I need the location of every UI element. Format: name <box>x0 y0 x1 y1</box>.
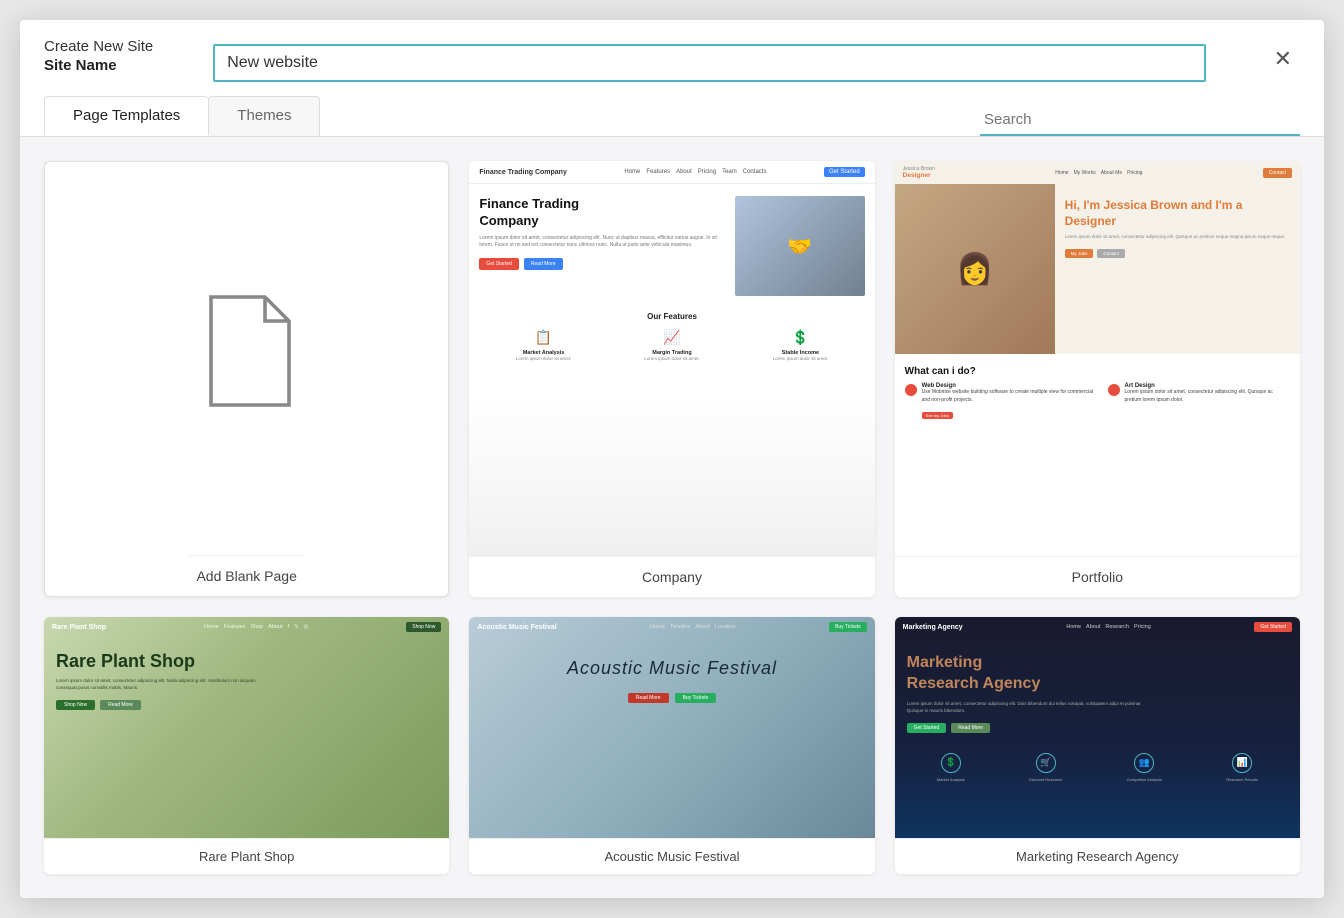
tabs-search-row: Page Templates Themes <box>20 82 1324 137</box>
portfolio-photo: 👩 <box>895 184 1055 354</box>
template-card-portfolio[interactable]: Jessica Brown Designer HomeMy WorksAbout… <box>895 161 1300 597</box>
music-hero-title: Acoustic Music Festival <box>481 657 862 680</box>
plant-nav-brand: Rare Plant Shop <box>52 624 106 631</box>
blank-page-label: Add Blank Page <box>188 555 304 596</box>
plant-btn1: Shop Now <box>56 700 95 710</box>
portfolio-btn1: My Jobs <box>1065 249 1094 258</box>
plant-nav-links: HomeFeaturesShopAbout f𝕏◎ <box>204 624 308 630</box>
template-card-plant[interactable]: Rare Plant Shop HomeFeaturesShopAbout f𝕏… <box>44 617 449 874</box>
company-preview: Finance Trading Company HomeFeaturesAbou… <box>469 161 874 556</box>
portfolio-label: Portfolio <box>895 556 1300 597</box>
mkt-icon-demand: 🛒 Demand Research <box>1029 753 1062 782</box>
mkt-btn1: Get Started <box>907 723 947 733</box>
plant-hero-title: Rare Plant Shop <box>56 651 437 673</box>
art-design-dot <box>1108 384 1120 396</box>
feature-stable-income: 💲 Stable Income Lorem ipsum dolor sit am… <box>773 329 829 362</box>
company-nav-links: HomeFeaturesAboutPricingTeamContacts <box>624 169 766 175</box>
company-hero-title: Finance TradingCompany <box>479 196 724 230</box>
company-features-title: Our Features <box>479 312 864 321</box>
close-button[interactable]: ✕ <box>1266 44 1300 74</box>
site-name-input-wrap <box>213 38 1205 82</box>
company-nav-brand: Finance Trading Company <box>479 169 567 176</box>
plant-btn2: Read More <box>100 700 141 710</box>
company-hero-desc: Lorem ipsum dolor sit amet, consectetur … <box>479 235 724 250</box>
company-label: Company <box>469 556 874 597</box>
web-design-dot <box>905 384 917 396</box>
plant-label: Rare Plant Shop <box>44 838 449 874</box>
mkt-nav-brand: Marketing Agency <box>903 624 963 631</box>
portfolio-nav-links: HomeMy WorksAbout MePricing <box>1055 170 1142 176</box>
modal-title-block: Create New Site Site Name <box>44 38 153 74</box>
template-grid: Add Blank Page Finance Trading Company H… <box>20 137 1324 898</box>
feature-market-analysis: 📋 Market Analysis Lorem ipsum dolor sit … <box>516 329 572 362</box>
template-card-music[interactable]: Acoustic Music Festival HomeTimelineAbou… <box>469 617 874 874</box>
margin-trading-icon: 📈 <box>644 329 700 346</box>
plant-preview: Rare Plant Shop HomeFeaturesShopAbout f𝕏… <box>44 617 449 838</box>
template-card-company[interactable]: Finance Trading Company HomeFeaturesAbou… <box>469 161 874 597</box>
music-preview: Acoustic Music Festival HomeTimelineAbou… <box>469 617 874 838</box>
tab-page-templates[interactable]: Page Templates <box>44 96 209 136</box>
music-nav-brand: Acoustic Music Festival <box>477 624 556 631</box>
company-btn2: Read More <box>524 258 563 270</box>
modal-title: Create New Site <box>44 38 153 55</box>
demand-research-icon: 🛒 <box>1036 753 1056 773</box>
portfolio-nav-cta: Contact <box>1263 168 1292 178</box>
search-input[interactable] <box>980 109 1300 130</box>
portfolio-tagline: Hi, I'm Jessica Brown and I'm a Designer <box>1065 198 1290 229</box>
portfolio-btn2: Contact <box>1097 249 1125 258</box>
company-btn1: Get Started <box>479 258 519 270</box>
market-analysis-icon: 📋 <box>516 329 572 346</box>
marketing-preview: Marketing Agency HomeAboutResearchPricin… <box>895 617 1300 838</box>
site-name-input[interactable] <box>213 44 1205 82</box>
tab-themes[interactable]: Themes <box>208 96 320 136</box>
create-new-site-modal: Create New Site Site Name ✕ Page Templat… <box>20 20 1324 898</box>
music-nav-cta: Buy Tickets <box>829 622 867 632</box>
mkt-hero-title: MarketingResearch Agency <box>907 653 1288 695</box>
stable-income-icon: 💲 <box>773 329 829 346</box>
portfolio-preview: Jessica Brown Designer HomeMy WorksAbout… <box>895 161 1300 556</box>
template-card-blank[interactable]: Add Blank Page <box>44 161 449 597</box>
mkt-icon-market: 💲 Market Analysis <box>937 753 965 782</box>
mkt-icon-competitor: 👥 Competitor Analysis <box>1127 753 1162 782</box>
tab-bar: Page Templates Themes <box>44 96 319 136</box>
music-btn1: Read More <box>628 693 669 703</box>
music-btn2: Buy Tickets <box>675 693 717 703</box>
mkt-btn2: Read More <box>951 723 990 733</box>
portfolio-what-can-i-do: What can i do? <box>905 366 1290 377</box>
blank-preview <box>197 162 297 555</box>
portfolio-desc: Lorem ipsum dolor sit amet, consectetur … <box>1065 234 1290 241</box>
mkt-nav-links: HomeAboutResearchPricing <box>1066 624 1150 630</box>
music-nav-links: HomeTimelineAboutLocation <box>650 624 735 630</box>
template-card-marketing[interactable]: Marketing Agency HomeAboutResearchPricin… <box>895 617 1300 874</box>
search-wrap <box>980 105 1300 136</box>
research-results-icon: 📊 <box>1232 753 1252 773</box>
mkt-hero-desc: Lorem ipsum dolor sit amet, consectetur … <box>907 701 1157 715</box>
mkt-nav-cta: Get Started <box>1254 622 1292 632</box>
mkt-icon-results: 📊 Research Results <box>1226 753 1258 782</box>
plant-nav-cta: Shop Now <box>406 622 441 632</box>
competitor-analysis-icon: 👥 <box>1134 753 1154 773</box>
feature-margin-trading: 📈 Margin Trading Lorem ipsum dolor sit a… <box>644 329 700 362</box>
portfolio-skill-art: Art Design Lorem ipsum dolor sit amet, c… <box>1108 383 1291 422</box>
modal-header: Create New Site Site Name ✕ <box>20 20 1324 82</box>
portfolio-nav-brand: Jessica Brown Designer <box>903 166 935 179</box>
portfolio-skill-web: Web Design Use Mobirise website building… <box>905 383 1100 422</box>
company-hero-image: 🤝 <box>735 196 865 296</box>
marketing-label: Marketing Research Agency <box>895 838 1300 874</box>
plant-hero-desc: Lorem ipsum dolor sit amet, consectetur … <box>56 678 256 692</box>
company-nav-cta: Get Started <box>824 167 865 177</box>
site-name-label: Site Name <box>44 57 153 74</box>
music-label: Acoustic Music Festival <box>469 838 874 874</box>
market-analysis-icon: 💲 <box>941 753 961 773</box>
blank-page-icon <box>197 291 297 411</box>
